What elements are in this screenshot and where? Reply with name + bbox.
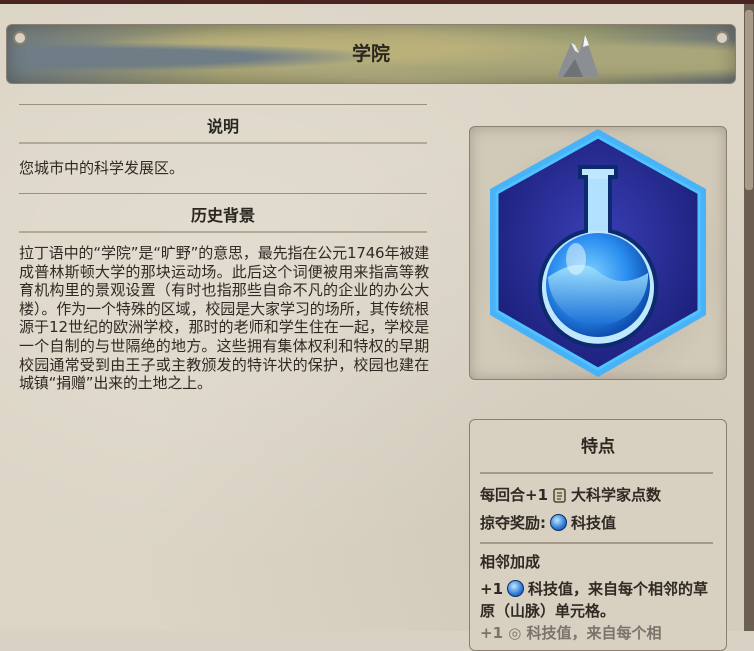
features-title: 特点 [581, 437, 615, 457]
great-scientist-points-line: 每回合+1 大科学家点数 [480, 484, 661, 507]
divider [480, 472, 713, 474]
adjacency-title: 相邻加成 [480, 553, 541, 571]
section-heading-description: 说明 [206, 117, 239, 136]
great-scientist-points-label: 大科学家点数 [571, 486, 662, 504]
great-scientist-points-prefix: 每回合+1 [480, 486, 549, 504]
campus-flask-icon [490, 129, 706, 377]
features-panel: 特点 每回合+1 大科学家点数 掠夺奖励: 科技值 相邻加成 +1 科技值，来自每个相… [469, 419, 727, 651]
pillage-bonus-label: 科技值 [571, 514, 617, 532]
title-banner: 学院 [6, 24, 736, 84]
great-scientist-icon [552, 487, 567, 507]
divider [19, 142, 427, 144]
section-heading-history: 历史背景 [190, 206, 255, 225]
description-text: 您城市中的科学发展区。 [19, 159, 185, 177]
divider [19, 231, 427, 233]
science-icon [550, 514, 567, 535]
district-icon-frame [469, 126, 727, 380]
pillage-bonus-prefix: 掠夺奖励: [480, 514, 546, 532]
page-title: 学院 [351, 43, 390, 65]
divider [19, 104, 427, 105]
adjacency-bonus-prefix: +1 [480, 580, 504, 598]
adjacency-bonus-text: +1 科技值，来自每个相邻的草原（山脉）单元格。 [480, 580, 715, 621]
adjacency-bonus-text-partial: +1 ◎ 科技值，来自每个相 [480, 624, 662, 642]
pillage-bonus-line: 掠夺奖励: 科技值 [480, 512, 616, 535]
history-text: 拉丁语中的“学院”是“旷野”的意思，最先指在公元1746年被建成普林斯顿大学的那… [19, 244, 429, 393]
science-icon [507, 580, 525, 602]
divider [19, 193, 427, 194]
divider [480, 542, 713, 544]
scrollbar-thumb[interactable] [745, 10, 753, 190]
